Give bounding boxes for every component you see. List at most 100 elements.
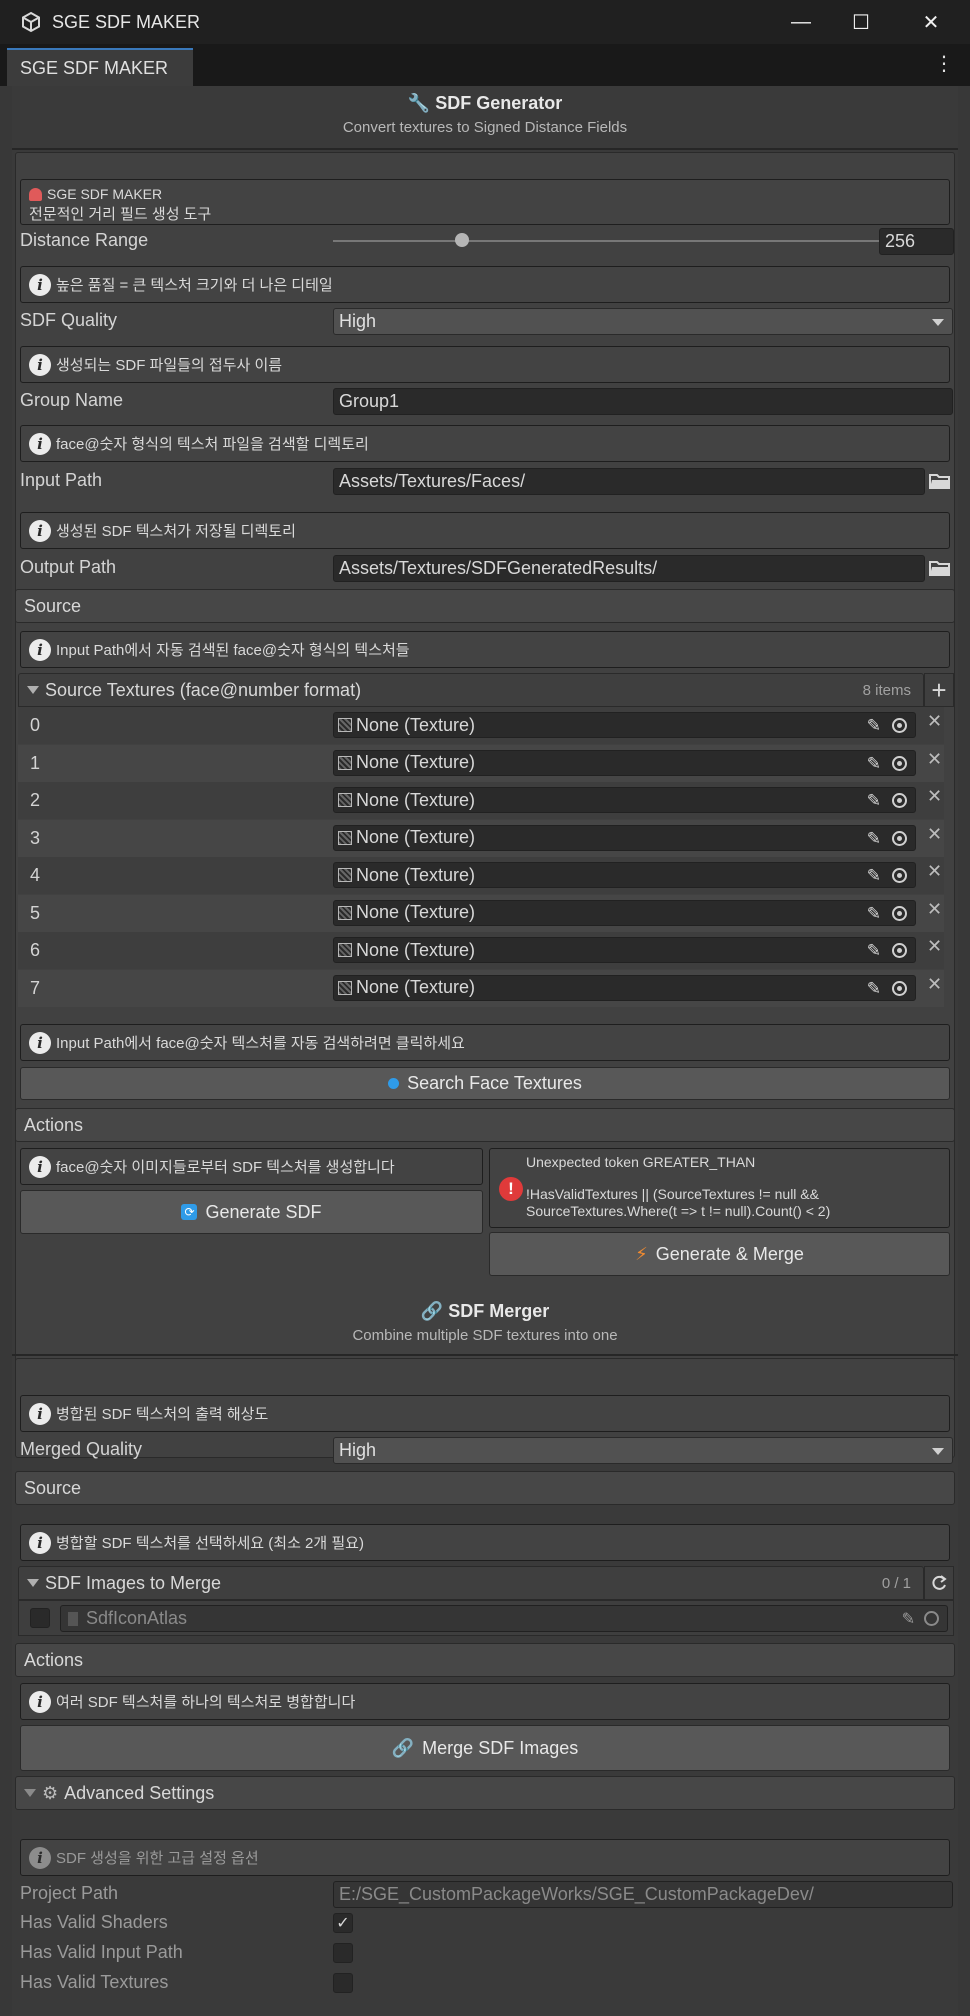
info-icon: i — [29, 519, 51, 542]
pencil-icon[interactable]: ✎ — [902, 1609, 915, 1629]
info-icon: i — [29, 1031, 51, 1054]
tab-sge-sdf-maker[interactable]: SGE SDF MAKER — [7, 48, 193, 86]
close-button[interactable]: ✕ — [896, 0, 966, 44]
merger-actions-header[interactable]: Actions — [15, 1643, 955, 1677]
remove-item-icon[interactable]: ✕ — [927, 861, 942, 882]
refresh-list-button[interactable] — [924, 1566, 954, 1600]
texture-value: None (Texture) — [356, 714, 476, 735]
object-picker-icon[interactable] — [892, 755, 907, 771]
pencil-icon[interactable]: ✎ — [867, 979, 881, 999]
texture-icon — [338, 980, 352, 995]
sdf-quality-dropdown[interactable]: High — [333, 308, 953, 335]
tab-label: SGE SDF MAKER — [20, 57, 169, 78]
remove-item-icon[interactable]: ✕ — [927, 711, 942, 732]
source-textures-list-header[interactable]: Source Textures (face@number format) 8 i… — [18, 673, 924, 707]
object-picker-icon[interactable] — [892, 943, 907, 958]
chevron-down-icon — [932, 319, 944, 326]
merge-sdf-images-button[interactable]: 🔗 Merge SDF Images — [20, 1725, 950, 1771]
generate-sdf-button[interactable]: ⟳ Generate SDF — [20, 1190, 483, 1234]
pencil-icon[interactable]: ✎ — [867, 866, 881, 886]
generate-and-merge-button[interactable]: ⚡ Generate & Merge — [489, 1232, 950, 1276]
distance-range-label: Distance Range — [20, 230, 149, 250]
advanced-settings-label: Advanced Settings — [64, 1782, 215, 1803]
pencil-icon[interactable]: ✎ — [867, 754, 881, 774]
texture-icon — [338, 755, 352, 770]
pencil-icon[interactable]: ✎ — [867, 941, 881, 961]
texture-object-field[interactable]: None (Texture) ✎ — [333, 787, 916, 813]
object-picker-icon[interactable] — [892, 830, 907, 846]
target-icon[interactable] — [924, 1611, 939, 1626]
merger-source-header[interactable]: Source — [15, 1471, 955, 1505]
add-item-button[interactable]: + — [924, 673, 954, 707]
folder-icon[interactable] — [929, 559, 951, 577]
generator-header: 🔧 SDF Generator — [12, 93, 958, 114]
merged-quality-label: Merged Quality — [20, 1439, 143, 1459]
merged-quality-dropdown[interactable]: High — [333, 1437, 953, 1464]
pencil-icon[interactable]: ✎ — [867, 904, 881, 924]
info-icon: i — [29, 273, 51, 296]
advanced-info-box: i SDF 생성을 위한 고급 설정 옵션 — [20, 1839, 950, 1876]
remove-item-icon[interactable]: ✕ — [927, 936, 942, 957]
object-picker-icon[interactable] — [892, 793, 907, 808]
distance-range-slider[interactable] — [333, 240, 880, 242]
folder-icon[interactable] — [929, 472, 951, 490]
search-face-textures-button[interactable]: Search Face Textures — [20, 1067, 950, 1100]
maximize-button[interactable]: ☐ — [826, 0, 896, 44]
merger-actions-label: Actions — [24, 1649, 84, 1670]
distance-range-thumb[interactable] — [454, 233, 469, 247]
pencil-icon[interactable]: ✎ — [867, 791, 881, 811]
source-textures-count: 8 items — [862, 681, 911, 699]
texture-object-field[interactable]: None (Texture) ✎ — [333, 824, 916, 851]
source-info-box: i Input Path에서 자동 검색된 face@숫자 형식의 텍스처들 — [20, 631, 950, 668]
banner-subtitle: 전문적인 거리 필드 생성 도구 — [29, 206, 212, 223]
sdf-image-checkbox[interactable] — [30, 1608, 50, 1628]
checkmark-icon: ✓ — [336, 1915, 350, 1932]
texture-row-index: 7 — [30, 977, 41, 998]
more-menu-icon[interactable]: ⋮ — [934, 54, 954, 74]
refresh-icon — [932, 1575, 947, 1590]
texture-object-field[interactable]: None (Texture) ✎ — [333, 937, 916, 963]
pencil-icon[interactable]: ✎ — [867, 829, 881, 849]
valid-shaders-label: Has Valid Shaders — [20, 1912, 168, 1932]
texture-object-field[interactable]: None (Texture) ✎ — [333, 974, 916, 1001]
texture-icon — [338, 793, 352, 807]
texture-object-field[interactable]: None (Texture) ✎ — [333, 712, 916, 738]
error-line-2: !HasValidTextures || (SourceTextures != … — [526, 1186, 819, 1202]
info-icon: i — [29, 353, 51, 376]
output-path-label: Output Path — [20, 557, 117, 577]
merge-info-text: 여러 SDF 텍스처를 하나의 텍스처로 병합합니다 — [56, 1694, 356, 1711]
object-picker-icon[interactable] — [892, 868, 907, 883]
sdf-image-field[interactable]: SdfIconAtlas ✎ — [60, 1605, 948, 1632]
output-info-text: 생성된 SDF 텍스처가 저장될 디렉토리 — [56, 523, 296, 540]
tab-bar: SGE SDF MAKER ⋮ — [0, 44, 970, 86]
generator-title: SDF Generator — [435, 93, 563, 113]
texture-icon — [68, 1611, 78, 1626]
remove-item-icon[interactable]: ✕ — [927, 899, 942, 920]
banner-title: SGE SDF MAKER — [47, 186, 163, 202]
advanced-settings-header[interactable]: ⚙ Advanced Settings — [15, 1776, 955, 1810]
object-picker-icon[interactable] — [892, 905, 907, 921]
output-path-input[interactable]: Assets/Textures/SDFGeneratedResults/ — [333, 555, 925, 582]
input-info-box: i face@숫자 형식의 텍스처 파일을 검색할 디렉토리 — [20, 425, 950, 462]
distance-range-input[interactable]: 256 — [879, 228, 954, 255]
texture-value: None (Texture) — [356, 939, 476, 960]
input-path-input[interactable]: Assets/Textures/Faces/ — [333, 468, 925, 495]
actions-section-header[interactable]: Actions — [15, 1108, 955, 1142]
sdf-images-list-header[interactable]: SDF Images to Merge 0 / 1 — [18, 1566, 924, 1600]
object-picker-icon[interactable] — [892, 980, 907, 996]
remove-item-icon[interactable]: ✕ — [927, 786, 942, 807]
valid-textures-label: Has Valid Textures — [20, 1972, 169, 1992]
remove-item-icon[interactable]: ✕ — [927, 749, 942, 770]
remove-item-icon[interactable]: ✕ — [927, 974, 942, 995]
texture-object-field[interactable]: None (Texture) ✎ — [333, 862, 916, 888]
texture-object-field[interactable]: None (Texture) ✎ — [333, 749, 916, 776]
texture-row-index: 6 — [30, 940, 41, 960]
group-name-input[interactable]: Group1 — [333, 388, 953, 415]
info-icon: i — [29, 1155, 51, 1178]
object-picker-icon[interactable] — [892, 718, 907, 733]
texture-object-field[interactable]: None (Texture) ✎ — [333, 899, 916, 926]
source-section-header[interactable]: Source — [15, 589, 955, 623]
editor-content: 🔧 SDF Generator Convert textures to Sign… — [12, 86, 958, 2016]
remove-item-icon[interactable]: ✕ — [927, 824, 942, 845]
pencil-icon[interactable]: ✎ — [867, 716, 881, 736]
